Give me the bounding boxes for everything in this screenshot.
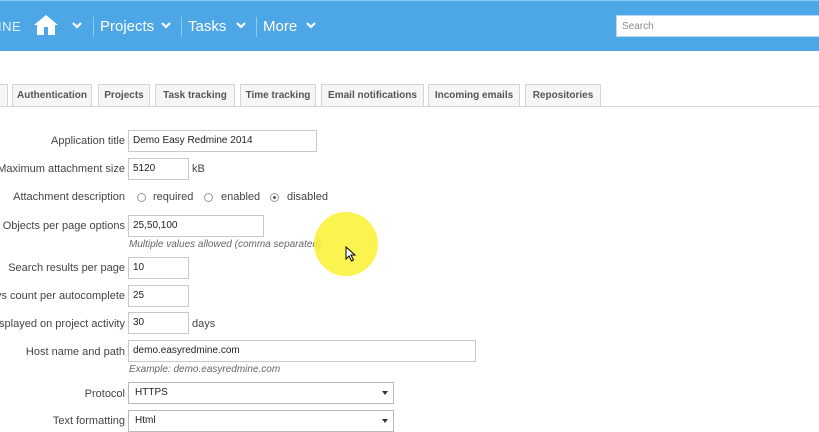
protocol-select[interactable]: HTTPS	[128, 382, 394, 404]
text-formatting-selected-value: Html	[135, 415, 156, 426]
tab-authentication[interactable]: Authentication	[12, 84, 92, 106]
max-attachment-size-input[interactable]: 5120	[128, 158, 189, 180]
tab-task-tracking[interactable]: Task tracking	[155, 84, 235, 106]
rows-per-autocomplete-input[interactable]: 25	[128, 285, 189, 307]
mouse-pointer-icon	[345, 246, 356, 262]
home-chevron-down-icon[interactable]	[72, 22, 82, 29]
host-name-hint: Example: demo.easyredmine.com	[129, 364, 281, 375]
max-attachment-size-label: Maximum attachment size	[0, 163, 125, 175]
tab-email-notifications[interactable]: Email notifications	[321, 84, 424, 106]
days-unit-label: days	[192, 318, 216, 330]
tab-projects[interactable]: Projects	[98, 84, 150, 106]
objects-per-page-label: Objects per page options	[2, 220, 125, 232]
tab-time-tracking[interactable]: Time tracking	[240, 84, 316, 106]
text-formatting-select[interactable]: Html	[128, 410, 394, 432]
nav-tasks[interactable]: Tasks	[188, 18, 226, 35]
radio-required-label: required	[153, 191, 194, 203]
nav-divider	[181, 17, 182, 37]
objects-per-page-input[interactable]: 25,50,100	[128, 215, 264, 237]
protocol-label: Protocol	[84, 388, 125, 400]
objects-per-page-hint: Multiple values allowed (comma separated…	[129, 239, 325, 250]
radio-disabled[interactable]	[270, 193, 279, 202]
radio-disabled-label: disabled	[287, 191, 328, 203]
days-on-activity-input[interactable]: 30	[128, 312, 189, 334]
application-title-label: Application title	[51, 135, 125, 147]
tab-incoming-emails[interactable]: Incoming emails	[428, 84, 520, 106]
search-results-per-page-label: Search results per page	[8, 262, 125, 274]
tab-repositories[interactable]: Repositories	[525, 84, 601, 106]
radio-enabled[interactable]	[204, 193, 213, 202]
tabs-underline	[0, 106, 819, 107]
projects-chevron-down-icon[interactable]	[161, 22, 171, 29]
protocol-selected-value: HTTPS	[135, 387, 168, 398]
host-name-input[interactable]: demo.easyredmine.com	[128, 340, 476, 362]
text-formatting-label: Text formatting	[52, 415, 125, 427]
nav-divider	[256, 17, 257, 37]
more-chevron-down-icon[interactable]	[306, 22, 316, 29]
radio-required[interactable]	[137, 193, 146, 202]
nav-divider	[93, 17, 94, 37]
kb-unit-label: kB	[192, 163, 205, 175]
attachment-description-label: Attachment description	[13, 191, 125, 203]
home-icon[interactable]	[33, 14, 59, 36]
chevron-down-icon	[382, 419, 388, 423]
nav-projects[interactable]: Projects	[100, 18, 154, 35]
rows-per-autocomplete-label: vs count per autocomplete	[0, 290, 125, 302]
nav-more[interactable]: More	[263, 18, 297, 35]
radio-enabled-label: enabled	[221, 191, 261, 203]
search-input[interactable]	[616, 15, 819, 37]
days-on-activity-label: isplayed on project activity	[0, 318, 125, 330]
cursor-highlight	[314, 212, 378, 276]
tab-general[interactable]	[0, 84, 8, 106]
top-menu-bar: INE Projects Tasks More	[0, 0, 819, 51]
application-title-input[interactable]: Demo Easy Redmine 2014	[128, 130, 317, 152]
chevron-down-icon	[382, 391, 388, 395]
search-results-per-page-input[interactable]: 10	[128, 257, 189, 279]
tasks-chevron-down-icon[interactable]	[236, 22, 246, 29]
brand-logo-text: INE	[0, 19, 22, 34]
host-name-label: Host name and path	[25, 346, 125, 358]
